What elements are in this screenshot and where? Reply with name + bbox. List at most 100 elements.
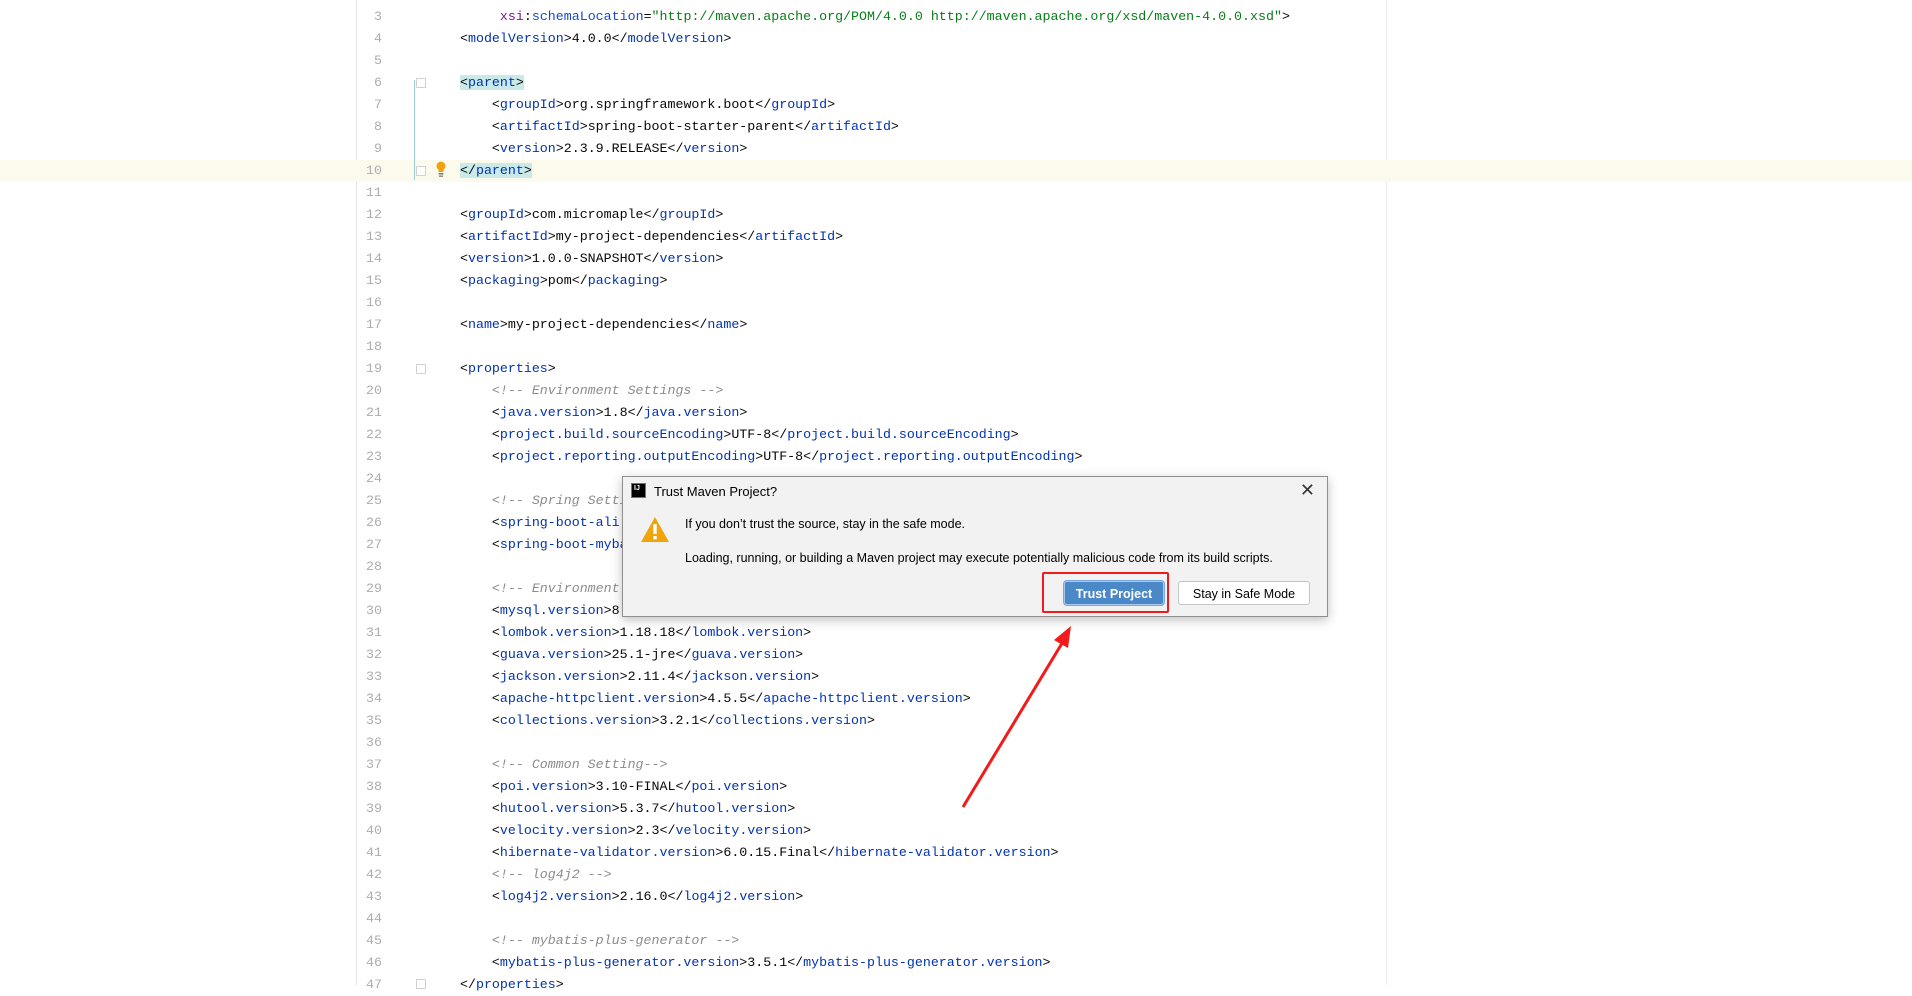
line-number: 15 (366, 273, 382, 288)
code-text: <groupId>com.micromaple</groupId> (460, 207, 724, 222)
code-text: <!-- Environment Settings --> (491, 383, 724, 398)
line-number: 4 (374, 31, 382, 46)
line-number: 41 (366, 845, 382, 860)
code-line[interactable]: 20 <!-- Environment Settings --> (0, 380, 1912, 402)
code-line[interactable]: 41 <hibernate-validator.version>6.0.15.F… (0, 842, 1912, 864)
line-number: 31 (366, 625, 382, 640)
line-number: 33 (366, 669, 382, 684)
fold-marker-properties-end[interactable] (416, 979, 426, 989)
line-number: 47 (366, 977, 382, 992)
code-line[interactable]: 39 <hutool.version>5.3.7</hutool.version… (0, 798, 1912, 820)
dialog-message-secondary: Loading, running, or building a Maven pr… (685, 551, 1273, 565)
line-number: 45 (366, 933, 382, 948)
code-line[interactable]: 33 <jackson.version>2.11.4</jackson.vers… (0, 666, 1912, 688)
code-line[interactable]: 35 <collections.version>3.2.1</collectio… (0, 710, 1912, 732)
code-text: <project.build.sourceEncoding>UTF-8</pro… (491, 427, 1019, 442)
code-line[interactable]: 36 (0, 732, 1912, 754)
line-number: 17 (366, 317, 382, 332)
intellij-app-icon: IJ (631, 483, 646, 498)
code-line[interactable]: 8 <artifactId>spring-boot-starter-parent… (0, 116, 1912, 138)
code-line[interactable]: 10 </parent> (0, 160, 1912, 182)
line-number: 6 (374, 75, 382, 90)
lightbulb-icon[interactable] (436, 161, 446, 177)
code-text: <!-- Common Setting--> (491, 757, 668, 772)
code-line[interactable]: 31 <lombok.version>1.18.18</lombok.versi… (0, 622, 1912, 644)
fold-marker-parent[interactable] (416, 78, 426, 88)
code-line[interactable]: 45 <!-- mybatis-plus-generator --> (0, 930, 1912, 952)
stay-in-safe-mode-button[interactable]: Stay in Safe Mode (1178, 581, 1310, 605)
code-line[interactable]: 9 <version>2.3.9.RELEASE</version> (0, 138, 1912, 160)
code-text: <!-- Environment (491, 581, 620, 596)
code-line[interactable]: 18 (0, 336, 1912, 358)
scope-indicator (414, 80, 415, 180)
line-number: 36 (366, 735, 382, 750)
code-text: <hibernate-validator.version>6.0.15.Fina… (491, 845, 1059, 860)
code-text: <mysql.version>8 (491, 603, 620, 618)
line-number: 7 (374, 97, 382, 112)
code-text: xsi:schemaLocation="http://maven.apache.… (499, 9, 1290, 24)
code-text: <parent> (460, 75, 524, 90)
code-line[interactable]: 40 <velocity.version>2.3</velocity.versi… (0, 820, 1912, 842)
code-line[interactable]: 11 (0, 182, 1912, 204)
code-text: </properties> (460, 977, 564, 992)
line-number: 22 (366, 427, 382, 442)
code-line[interactable]: 44 (0, 908, 1912, 930)
code-text: <modelVersion>4.0.0</modelVersion> (460, 31, 732, 46)
line-number: 10 (366, 163, 382, 178)
line-number: 14 (366, 251, 382, 266)
code-text: <lombok.version>1.18.18</lombok.version> (491, 625, 812, 640)
line-number: 35 (366, 713, 382, 728)
code-text: <collections.version>3.2.1</collections.… (491, 713, 875, 728)
code-line[interactable]: 38 <poi.version>3.10-FINAL</poi.version> (0, 776, 1912, 798)
code-line[interactable]: 3 xsi:schemaLocation="http://maven.apach… (0, 6, 1912, 28)
code-line[interactable]: 19 <properties> (0, 358, 1912, 380)
code-line[interactable]: 34 <apache-httpclient.version>4.5.5</apa… (0, 688, 1912, 710)
code-line[interactable]: 7 <groupId>org.springframework.boot</gro… (0, 94, 1912, 116)
code-line[interactable]: 21 <java.version>1.8</java.version> (0, 402, 1912, 424)
code-text: <!-- Spring Setti (491, 493, 628, 508)
line-number: 39 (366, 801, 382, 816)
code-line[interactable]: 12 <groupId>com.micromaple</groupId> (0, 204, 1912, 226)
code-line[interactable]: 17 <name>my-project-dependencies</name> (0, 314, 1912, 336)
code-text: <project.reporting.outputEncoding>UTF-8<… (491, 449, 1083, 464)
code-line[interactable]: 5 (0, 50, 1912, 72)
dialog-title: Trust Maven Project? (654, 484, 778, 499)
code-text: <guava.version>25.1-jre</guava.version> (491, 647, 804, 662)
line-number: 20 (366, 383, 382, 398)
code-line[interactable]: 6 <parent> (0, 72, 1912, 94)
code-text: <artifactId>spring-boot-starter-parent</… (491, 119, 899, 134)
code-text: <spring-boot-ali (491, 515, 620, 530)
code-text: <mybatis-plus-generator.version>3.5.1</m… (491, 955, 1051, 970)
code-text: <name>my-project-dependencies</name> (460, 317, 748, 332)
code-line[interactable]: 15 <packaging>pom</packaging> (0, 270, 1912, 292)
code-line[interactable]: 32 <guava.version>25.1-jre</guava.versio… (0, 644, 1912, 666)
code-line[interactable]: 14 <version>1.0.0-SNAPSHOT</version> (0, 248, 1912, 270)
line-number: 18 (366, 339, 382, 354)
code-text: <apache-httpclient.version>4.5.5</apache… (491, 691, 971, 706)
line-number: 28 (366, 559, 382, 574)
code-line[interactable]: 23 <project.reporting.outputEncoding>UTF… (0, 446, 1912, 468)
code-line[interactable]: 42 <!-- log4j2 --> (0, 864, 1912, 886)
line-number: 40 (366, 823, 382, 838)
code-line[interactable]: 4 <modelVersion>4.0.0</modelVersion> (0, 28, 1912, 50)
code-line[interactable]: 47 </properties> (0, 974, 1912, 996)
close-icon[interactable]: ✕ (1300, 480, 1315, 501)
fold-marker-properties[interactable] (416, 364, 426, 374)
code-line[interactable]: 43 <log4j2.version>2.16.0</log4j2.versio… (0, 886, 1912, 908)
code-line[interactable]: 13 <artifactId>my-project-dependencies</a… (0, 226, 1912, 248)
fold-marker-parent-end[interactable] (416, 166, 426, 176)
line-number: 9 (374, 141, 382, 156)
code-line[interactable]: 16 (0, 292, 1912, 314)
line-number: 24 (366, 471, 382, 486)
line-number: 3 (374, 9, 382, 24)
dialog-message-primary: If you don’t trust the source, stay in t… (685, 517, 966, 531)
line-number: 46 (366, 955, 382, 970)
code-line[interactable]: 22 <project.build.sourceEncoding>UTF-8</… (0, 424, 1912, 446)
code-text: <jackson.version>2.11.4</jackson.version… (491, 669, 820, 684)
code-line[interactable]: 37 <!-- Common Setting--> (0, 754, 1912, 776)
code-text: <artifactId>my-project-dependencies</art… (460, 229, 844, 244)
code-line[interactable]: 46 <mybatis-plus-generator.version>3.5.1… (0, 952, 1912, 974)
line-number: 5 (374, 53, 382, 68)
dialog-title-bar[interactable]: IJ Trust Maven Project? ✕ (623, 477, 1327, 507)
annotation-highlight-box (1042, 572, 1169, 613)
